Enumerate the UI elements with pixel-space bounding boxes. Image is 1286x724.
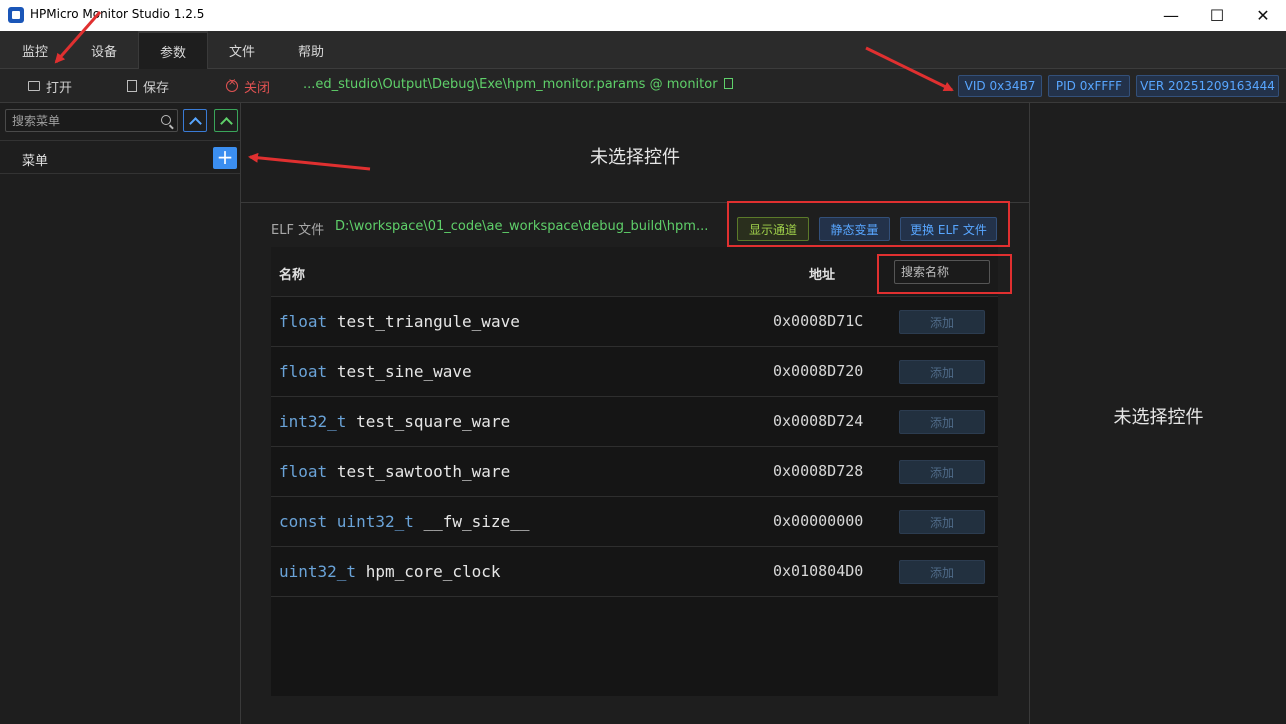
variable-address: 0x0008D71C xyxy=(773,312,864,330)
elf-file-label: ELF 文件 xyxy=(271,223,325,238)
menu-sidebar: 菜单 + xyxy=(0,103,241,724)
variable-name: float test_sawtooth_ware xyxy=(279,462,510,481)
tab-help[interactable]: 帮助 xyxy=(276,31,346,69)
menu-search-input[interactable] xyxy=(6,110,156,131)
variable-identifier: test_triangule_wave xyxy=(336,312,520,331)
save-button[interactable]: 保存 xyxy=(127,69,169,103)
tab-file[interactable]: 文件 xyxy=(208,31,276,69)
add-variable-button[interactable]: 添加 xyxy=(899,360,985,384)
file-icon xyxy=(127,80,137,92)
chevron-up-icon xyxy=(188,116,202,130)
annotation-box xyxy=(877,254,1012,294)
variable-table: 名称 地址 float test_triangule_wave 0x0008D71… xyxy=(271,247,998,696)
menu-tree-root[interactable]: 菜单 + xyxy=(0,140,240,174)
add-variable-button[interactable]: 添加 xyxy=(899,510,985,534)
title-bar: HPMicro Monitor Studio 1.2.5 — ☐ ✕ xyxy=(0,0,1286,31)
add-menu-button[interactable]: + xyxy=(213,147,237,169)
add-variable-button[interactable]: 添加 xyxy=(899,460,985,484)
table-row: float test_triangule_wave 0x0008D71C 添加 xyxy=(271,297,998,347)
table-row: int32_t test_square_ware 0x0008D724 添加 xyxy=(271,397,998,447)
variable-name: float test_sine_wave xyxy=(279,362,472,381)
folder-icon xyxy=(28,81,40,91)
variable-identifier: test_square_ware xyxy=(356,412,511,431)
window-title: HPMicro Monitor Studio 1.2.5 xyxy=(30,7,205,21)
variable-name: uint32_t hpm_core_clock xyxy=(279,562,501,581)
variable-address: 0x00000000 xyxy=(773,512,864,530)
open-label: 打开 xyxy=(46,80,73,96)
variable-identifier: __fw_size__ xyxy=(423,512,530,531)
copy-icon[interactable] xyxy=(723,78,733,89)
variable-type: uint32_t xyxy=(279,562,357,581)
close-file-button[interactable]: 关闭 xyxy=(226,69,270,103)
tab-monitor[interactable]: 监控 xyxy=(0,31,70,69)
vid-badge: VID 0x34B7 xyxy=(958,75,1042,97)
variable-address: 0x010804D0 xyxy=(773,562,864,580)
variable-identifier: hpm_core_clock xyxy=(365,562,501,581)
menu-root-label: 菜单 xyxy=(22,154,49,169)
properties-panel: 未选择控件 xyxy=(1029,103,1286,724)
minimize-button[interactable]: — xyxy=(1148,0,1194,31)
control-preview-panel: 未选择控件 xyxy=(241,103,1029,203)
no-selection-text-right: 未选择控件 xyxy=(1113,407,1204,428)
toolbar: 打开 保存 关闭 ...ed_studio\Output\Debug\Exe\h… xyxy=(0,69,1286,103)
variable-address: 0x0008D728 xyxy=(773,462,864,480)
column-header-address: 地址 xyxy=(809,268,836,283)
elf-file-path: D:\workspace\01_code\ae_workspace\debug_… xyxy=(335,219,709,234)
add-variable-button[interactable]: 添加 xyxy=(899,560,985,584)
variable-type: float xyxy=(279,312,328,331)
collapse-up-button[interactable] xyxy=(183,109,207,132)
version-badge: VER 20251209163444 xyxy=(1136,75,1279,97)
add-variable-button[interactable]: 添加 xyxy=(899,310,985,334)
add-variable-button[interactable]: 添加 xyxy=(899,410,985,434)
variable-address: 0x0008D724 xyxy=(773,412,864,430)
annotation-box xyxy=(727,201,1010,247)
table-row: const uint32_t __fw_size__ 0x00000000 添加 xyxy=(271,497,998,547)
variable-name: float test_triangule_wave xyxy=(279,312,520,331)
variable-name: const uint32_t __fw_size__ xyxy=(279,512,529,531)
pid-badge: PID 0xFFFF xyxy=(1048,75,1130,97)
no-selection-text: 未选择控件 xyxy=(590,147,680,168)
search-icon xyxy=(161,115,171,125)
params-path: ...ed_studio\Output\Debug\Exe\hpm_monito… xyxy=(303,77,733,92)
tab-device[interactable]: 设备 xyxy=(70,31,138,69)
table-row: float test_sawtooth_ware 0x0008D728 添加 xyxy=(271,447,998,497)
expand-up-button[interactable] xyxy=(214,109,238,132)
save-label: 保存 xyxy=(143,80,170,96)
variable-type: float xyxy=(279,362,328,381)
params-path-text: ...ed_studio\Output\Debug\Exe\hpm_monito… xyxy=(303,77,718,92)
variable-identifier: test_sawtooth_ware xyxy=(336,462,511,481)
variable-address: 0x0008D720 xyxy=(773,362,864,380)
variable-type: float xyxy=(279,462,328,481)
menu-search-box xyxy=(5,109,178,132)
variable-identifier: test_sine_wave xyxy=(336,362,472,381)
maximize-button[interactable]: ☐ xyxy=(1194,0,1240,31)
close-label: 关闭 xyxy=(244,80,271,96)
chevron-up-icon xyxy=(219,116,233,130)
table-row: uint32_t hpm_core_clock 0x010804D0 添加 xyxy=(271,547,998,597)
close-circle-icon xyxy=(226,77,238,92)
variable-type: int32_t xyxy=(279,412,347,431)
close-window-button[interactable]: ✕ xyxy=(1240,0,1286,31)
variable-type: const uint32_t xyxy=(279,512,414,531)
table-row: float test_sine_wave 0x0008D720 添加 xyxy=(271,347,998,397)
tab-params[interactable]: 参数 xyxy=(138,31,208,69)
column-header-name: 名称 xyxy=(279,268,306,283)
open-button[interactable]: 打开 xyxy=(28,69,72,103)
app-logo-icon xyxy=(8,7,24,23)
variable-name: int32_t test_square_ware xyxy=(279,412,510,431)
menu-bar: 监控 设备 参数 文件 帮助 xyxy=(0,31,1286,69)
